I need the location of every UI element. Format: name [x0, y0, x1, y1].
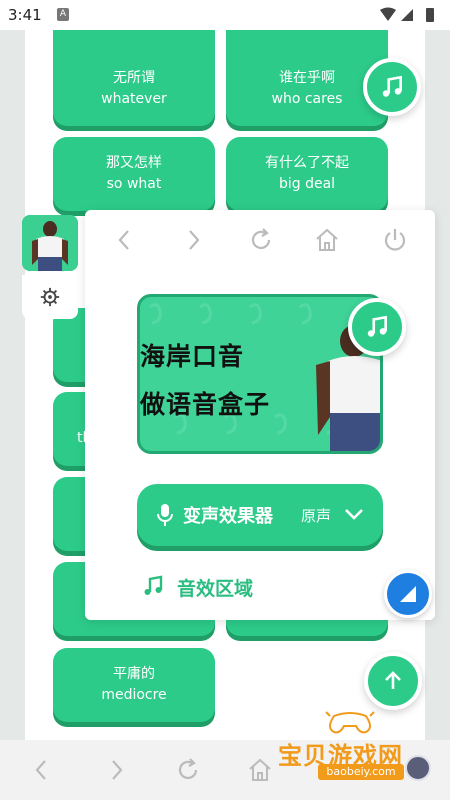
phrase-zh: 那又怎样: [106, 155, 162, 171]
home-icon[interactable]: [311, 224, 343, 256]
microphone-icon: [157, 504, 173, 526]
reload-icon[interactable]: [172, 754, 204, 786]
settings-button[interactable]: [22, 275, 78, 319]
forward-icon[interactable]: [100, 754, 132, 786]
voice-changer-select[interactable]: 变声效果器 原声: [137, 484, 383, 546]
banner-title-line1: 海岸口音: [140, 342, 245, 371]
phrase-card[interactable]: 平庸的 mediocre: [53, 648, 215, 722]
status-time: 3:41: [8, 6, 42, 24]
music-fab[interactable]: [363, 58, 421, 116]
phrase-en: mediocre: [101, 687, 167, 703]
phrase-card[interactable]: 有什么了不起 big deal: [226, 137, 388, 211]
voice-box-panel: 海岸口音 做语音盒子 变声效果器 原声 音效区域: [85, 210, 435, 620]
music-fab[interactable]: [348, 298, 406, 356]
avatar[interactable]: [22, 215, 78, 271]
voice-changer-label: 变声效果器: [183, 506, 273, 527]
back-icon[interactable]: [26, 754, 58, 786]
floating-assistive-knob[interactable]: [405, 755, 431, 781]
phrase-en: so what: [106, 176, 162, 192]
phrase-zh: 有什么了不起: [265, 155, 349, 171]
phrase-zh: 平庸的: [113, 666, 155, 682]
resize-triangle-icon: [400, 586, 416, 602]
scroll-to-top-button[interactable]: [364, 652, 422, 710]
music-note-icon: [144, 575, 163, 595]
power-icon[interactable]: [379, 224, 411, 256]
phrase-card[interactable]: 无所谓 whatever: [53, 52, 215, 126]
reload-icon[interactable]: [245, 224, 277, 256]
chevron-down-icon: [345, 509, 363, 520]
system-icons: [380, 7, 434, 22]
phrase-card[interactable]: 那又怎样 so what: [53, 137, 215, 211]
section-title: 音效区域: [177, 578, 254, 600]
phrase-en: whatever: [101, 91, 167, 107]
music-note-icon: [382, 75, 402, 97]
back-icon[interactable]: [109, 224, 141, 256]
status-bar: 3:41 A: [0, 0, 450, 30]
voice-changer-value: 原声: [301, 507, 332, 525]
music-note-icon: [367, 315, 387, 337]
phrase-en: big deal: [278, 176, 336, 192]
notification-badge: A: [57, 8, 69, 21]
character-image: [22, 215, 78, 271]
banner-title-line2: 做语音盒子: [140, 390, 271, 419]
arrow-up-icon: [385, 671, 401, 689]
forward-icon[interactable]: [177, 224, 209, 256]
resize-handle-button[interactable]: [384, 570, 432, 618]
voice-box-banner[interactable]: 海岸口音 做语音盒子: [137, 294, 383, 454]
gear-icon: [40, 287, 60, 307]
gamepad-icon: [325, 711, 375, 734]
panel-toolbar: [85, 210, 435, 271]
phrase-zh: 无所谓: [113, 70, 155, 86]
watermark-url: baobeiy.com: [318, 764, 404, 780]
